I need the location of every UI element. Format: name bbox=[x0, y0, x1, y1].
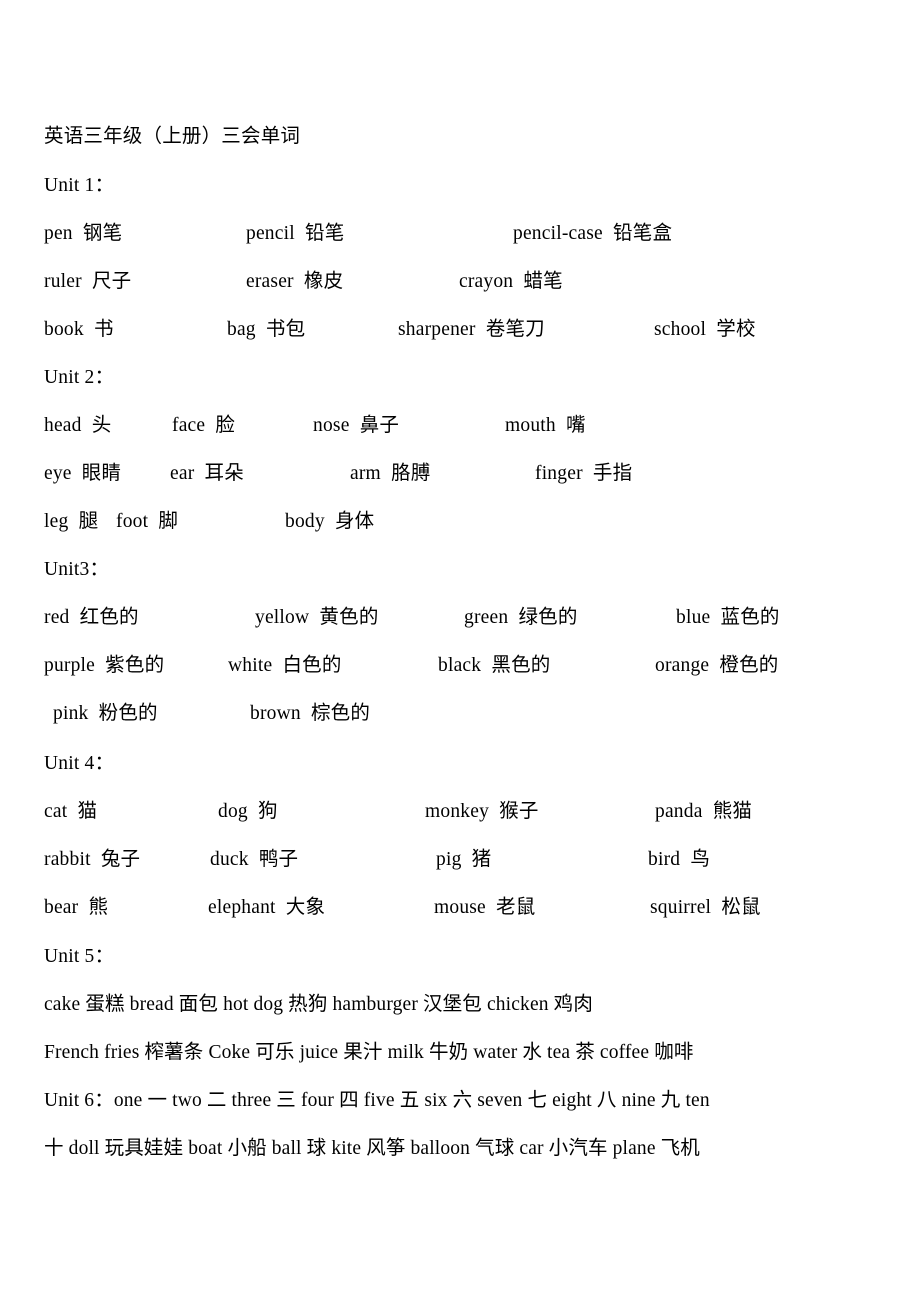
word-entry: school 学校 bbox=[654, 319, 756, 340]
word-entry: orange 橙色的 bbox=[655, 655, 779, 676]
word-entry: head 头 bbox=[44, 415, 112, 436]
unit-2-row-3: leg 腿 foot 脚 body 身体 bbox=[0, 510, 920, 534]
word-entry-run: French fries 榨薯条 Coke 可乐 juice 果汁 milk 牛… bbox=[44, 1042, 694, 1063]
word-entry: pencil-case 铅笔盒 bbox=[513, 223, 673, 244]
unit-heading-3: Unit3： bbox=[44, 559, 110, 580]
unit-heading-4: Unit 4： bbox=[44, 753, 115, 774]
word-entry: duck 鸭子 bbox=[210, 849, 299, 870]
word-entry: nose 鼻子 bbox=[313, 415, 400, 436]
page-title: 英语三年级（上册）三会单词 bbox=[44, 126, 301, 147]
unit-4-row-1: cat 猫 dog 狗 monkey 猴子 panda 熊猫 bbox=[0, 800, 920, 824]
word-entry: monkey 猴子 bbox=[425, 801, 539, 822]
word-entry: mouth 嘴 bbox=[505, 415, 586, 436]
unit-3-row-1: red 红色的 yellow 黄色的 green 绿色的 blue 蓝色的 bbox=[0, 606, 920, 630]
unit-heading-1: Unit 1： bbox=[44, 175, 115, 196]
unit-1-heading-line: Unit 1： bbox=[0, 174, 920, 198]
unit-2-row-1: head 头 face 脸 nose 鼻子 mouth 嘴 bbox=[0, 414, 920, 438]
unit-5-heading-line: Unit 5： bbox=[0, 945, 920, 969]
word-entry: elephant 大象 bbox=[208, 897, 326, 918]
unit-6-flow-row-1: Unit 6：one 一 two 二 three 三 four 四 five 五… bbox=[0, 1089, 920, 1113]
word-entry: bear 熊 bbox=[44, 897, 109, 918]
word-entry: blue 蓝色的 bbox=[676, 607, 780, 628]
unit-heading-6-and-words: Unit 6：one 一 two 二 three 三 four 四 five 五… bbox=[44, 1090, 710, 1111]
word-entry: dog 狗 bbox=[218, 801, 278, 822]
word-entry: white 白色的 bbox=[228, 655, 342, 676]
word-entry: black 黑色的 bbox=[438, 655, 551, 676]
word-entry: red 红色的 bbox=[44, 607, 139, 628]
word-entry: brown 棕色的 bbox=[250, 703, 371, 724]
unit-2-heading-line: Unit 2： bbox=[0, 366, 920, 390]
word-entry: ruler 尺子 bbox=[44, 271, 132, 292]
unit-1-row-1: pen 钢笔 pencil 铅笔 pencil-case 铅笔盒 bbox=[0, 222, 920, 246]
word-entry: arm 胳膊 bbox=[350, 463, 431, 484]
word-entry: bag 书包 bbox=[227, 319, 306, 340]
word-entry: crayon 蜡笔 bbox=[459, 271, 563, 292]
unit-3-row-3: pink 粉色的 brown 棕色的 bbox=[0, 702, 920, 726]
word-entry: finger 手指 bbox=[535, 463, 633, 484]
unit-1-row-3: book 书 bag 书包 sharpener 卷笔刀 school 学校 bbox=[0, 318, 920, 342]
word-entry: pig 猪 bbox=[436, 849, 492, 870]
word-entry: mouse 老鼠 bbox=[434, 897, 536, 918]
unit-heading-2: Unit 2： bbox=[44, 367, 115, 388]
word-entry: leg 腿 bbox=[44, 511, 99, 532]
word-entry: rabbit 兔子 bbox=[44, 849, 141, 870]
word-entry-run: cake 蛋糕 bread 面包 hot dog 热狗 hamburger 汉堡… bbox=[44, 994, 593, 1015]
word-entry: ear 耳朵 bbox=[170, 463, 244, 484]
word-entry: body 身体 bbox=[285, 511, 375, 532]
word-entry: sharpener 卷笔刀 bbox=[398, 319, 545, 340]
word-entry: green 绿色的 bbox=[464, 607, 578, 628]
unit-5-flow-row-2: French fries 榨薯条 Coke 可乐 juice 果汁 milk 牛… bbox=[0, 1041, 920, 1065]
word-entry: purple 紫色的 bbox=[44, 655, 165, 676]
word-entry: bird 鸟 bbox=[648, 849, 711, 870]
unit-4-heading-line: Unit 4： bbox=[0, 752, 920, 776]
unit-6-flow-row-2: 十 doll 玩具娃娃 boat 小船 ball 球 kite 风筝 ballo… bbox=[0, 1137, 920, 1161]
document-page: 英语三年级（上册）三会单词 Unit 1： pen 钢笔 pencil 铅笔 p… bbox=[0, 0, 920, 1302]
unit-2-row-2: eye 眼睛 ear 耳朵 arm 胳膊 finger 手指 bbox=[0, 462, 920, 486]
word-entry: foot 脚 bbox=[116, 511, 179, 532]
document-title-line: 英语三年级（上册）三会单词 bbox=[0, 125, 920, 149]
unit-5-flow-row-1: cake 蛋糕 bread 面包 hot dog 热狗 hamburger 汉堡… bbox=[0, 993, 920, 1017]
word-entry: book 书 bbox=[44, 319, 114, 340]
unit-4-row-3: bear 熊 elephant 大象 mouse 老鼠 squirrel 松鼠 bbox=[0, 896, 920, 920]
unit-heading-5: Unit 5： bbox=[44, 946, 115, 967]
word-entry: eraser 橡皮 bbox=[246, 271, 344, 292]
unit-1-row-2: ruler 尺子 eraser 橡皮 crayon 蜡笔 bbox=[0, 270, 920, 294]
word-entry: pink 粉色的 bbox=[53, 703, 158, 724]
word-entry: squirrel 松鼠 bbox=[650, 897, 761, 918]
word-entry-run: 十 doll 玩具娃娃 boat 小船 ball 球 kite 风筝 ballo… bbox=[44, 1138, 700, 1159]
word-entry: pen 钢笔 bbox=[44, 223, 123, 244]
unit-4-row-2: rabbit 兔子 duck 鸭子 pig 猪 bird 鸟 bbox=[0, 848, 920, 872]
unit-3-row-2: purple 紫色的 white 白色的 black 黑色的 orange 橙色… bbox=[0, 654, 920, 678]
word-entry: eye 眼睛 bbox=[44, 463, 122, 484]
word-entry: yellow 黄色的 bbox=[255, 607, 379, 628]
word-entry: cat 猫 bbox=[44, 801, 98, 822]
word-entry: panda 熊猫 bbox=[655, 801, 753, 822]
unit-3-heading-line: Unit3： bbox=[0, 558, 920, 582]
word-entry: face 脸 bbox=[172, 415, 236, 436]
word-entry: pencil 铅笔 bbox=[246, 223, 345, 244]
